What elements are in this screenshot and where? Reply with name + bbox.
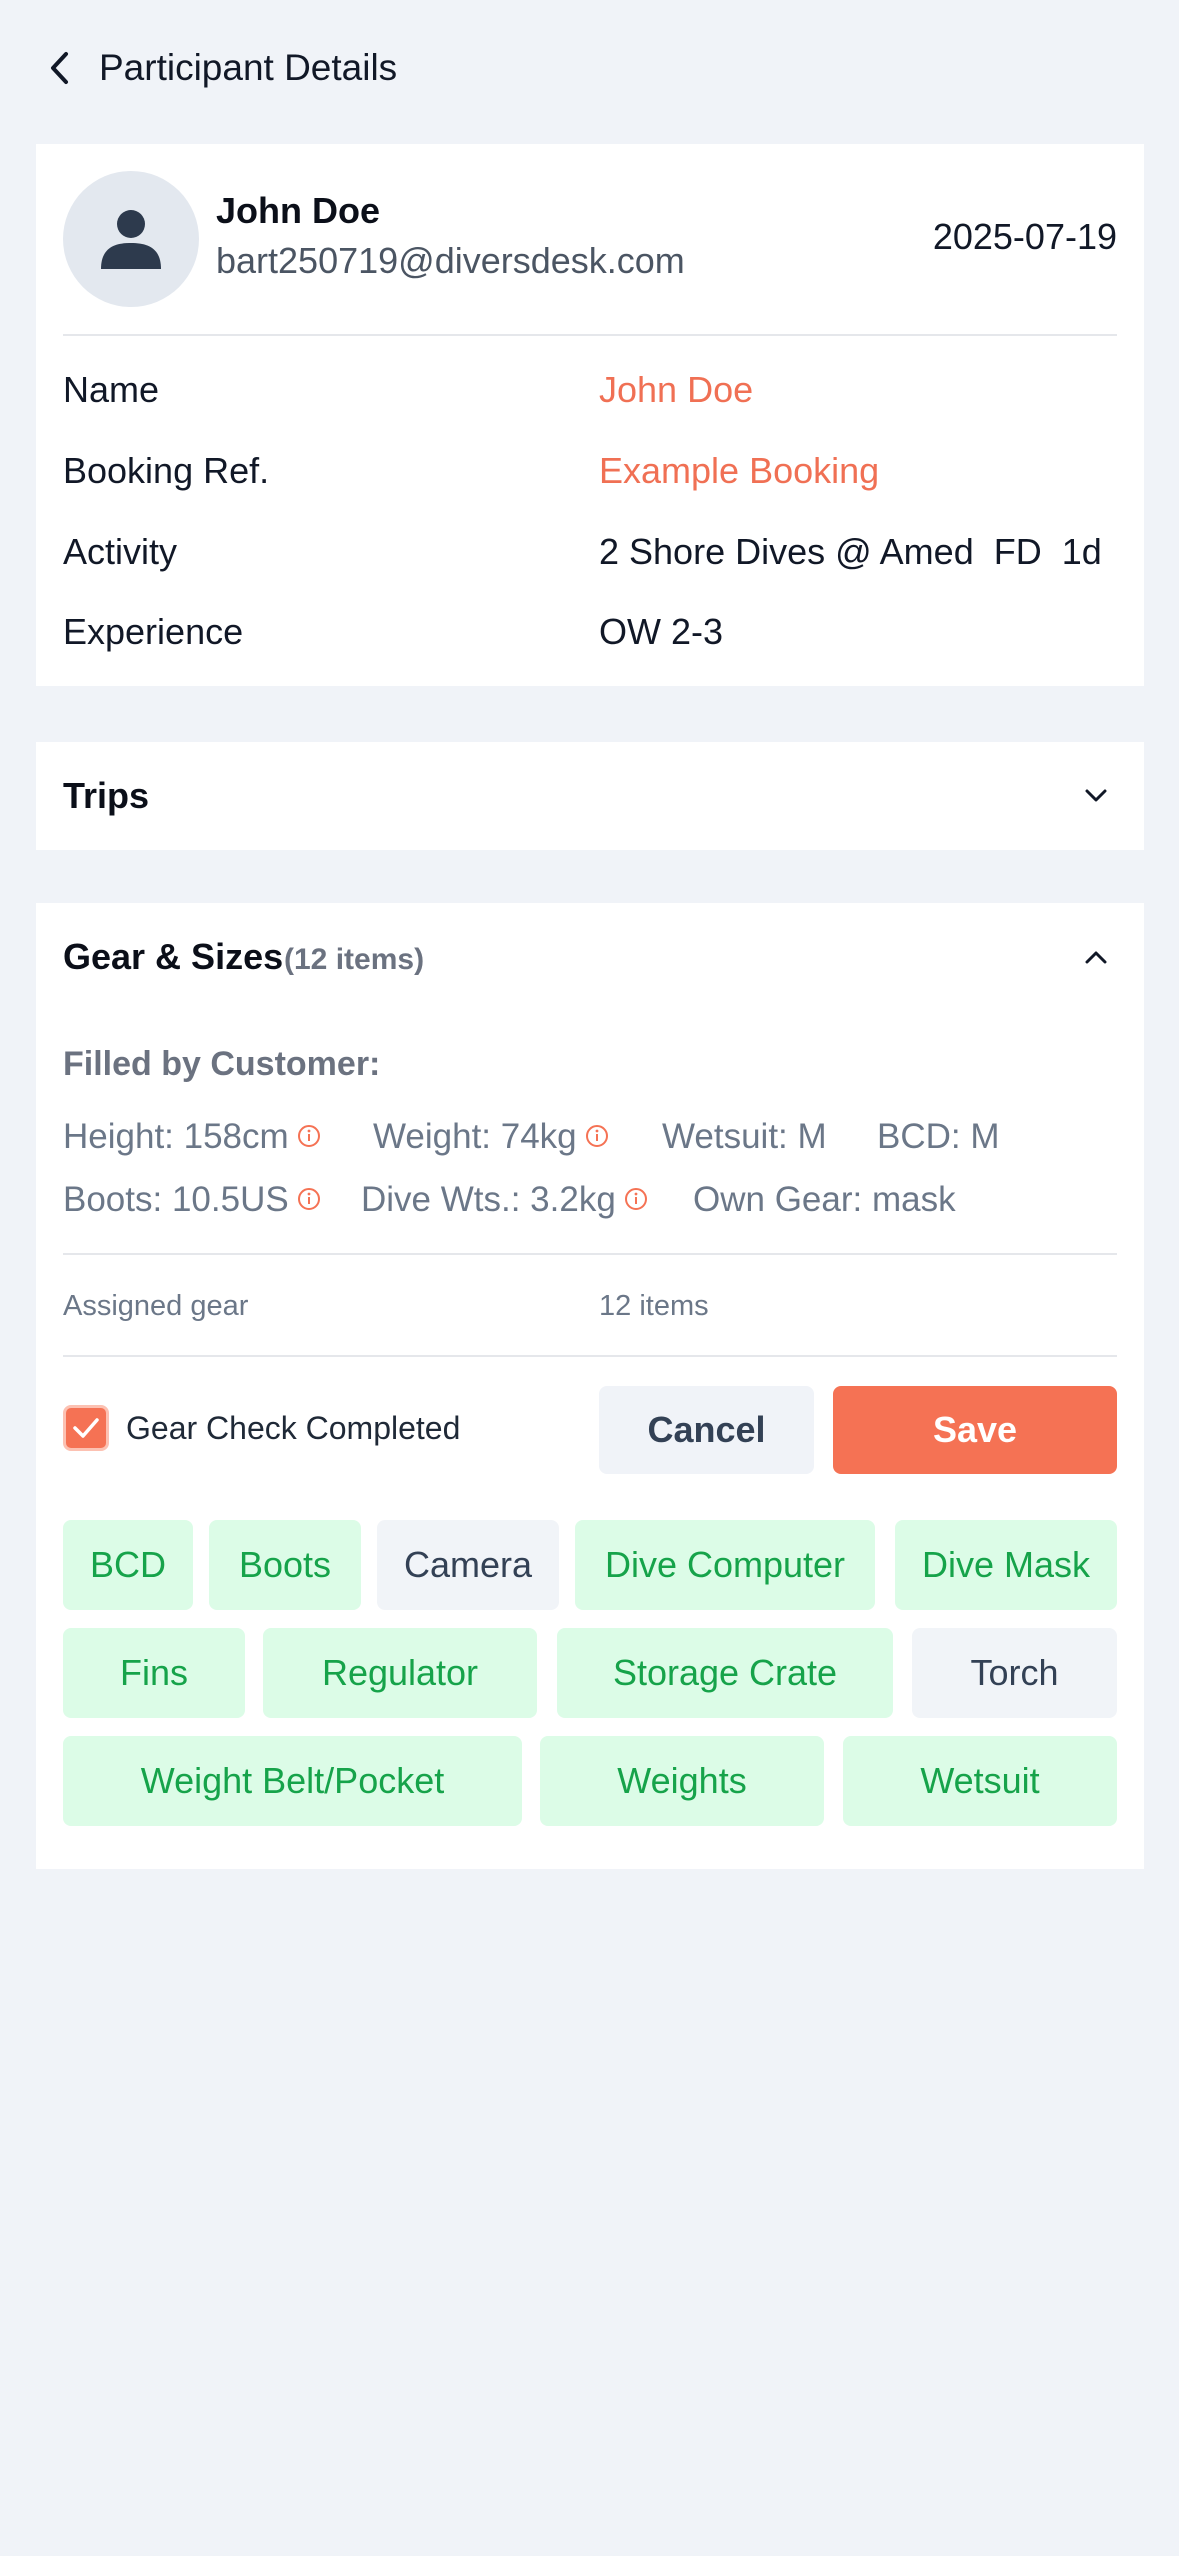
gear-chip-weight-belt-pocket[interactable]: Weight Belt/Pocket	[63, 1736, 522, 1826]
divider	[63, 334, 1117, 336]
experience-value: OW 2-3	[599, 611, 724, 652]
gear-chip-dive-mask[interactable]: Dive Mask	[895, 1520, 1117, 1610]
assigned-gear-count: 12 items	[599, 1290, 709, 1322]
checkmark-icon	[73, 1418, 99, 1438]
gear-chip-regulator[interactable]: Regulator	[263, 1628, 537, 1718]
height-measurement: Height: 158cm	[63, 1115, 321, 1159]
own-gear-measurement: Own Gear: mask	[693, 1180, 956, 1219]
divider	[63, 1355, 1117, 1357]
user-icon	[101, 210, 161, 269]
bcd-measurement: BCD: M	[877, 1117, 1000, 1156]
warning-info-icon[interactable]	[297, 1187, 321, 1211]
gear-chip-bcd[interactable]: BCD	[63, 1520, 193, 1610]
weight-measurement: Weight: 74kg	[373, 1115, 609, 1159]
chevron-down-icon	[1085, 789, 1107, 802]
warning-info-icon[interactable]	[297, 1124, 321, 1148]
gear-section: Gear & Sizes (12 items) Filled by Custom…	[36, 903, 1144, 1869]
warning-info-icon[interactable]	[585, 1124, 609, 1148]
gear-collapse-toggle[interactable]	[1082, 943, 1110, 971]
participant-name: John Doe	[216, 190, 381, 231]
participant-card: John Doe bart250719@diversdesk.com 2025-…	[36, 144, 1144, 686]
gear-check-label[interactable]: Gear Check Completed	[126, 1407, 460, 1449]
gear-chip-weights[interactable]: Weights	[540, 1736, 824, 1826]
warning-info-icon[interactable]	[624, 1187, 648, 1211]
avatar	[63, 171, 199, 307]
gear-chip-dive-computer[interactable]: Dive Computer	[575, 1520, 875, 1610]
gear-count: (12 items)	[284, 943, 425, 976]
height-text: Height: 158cm	[63, 1117, 289, 1156]
chevron-left-icon	[51, 52, 68, 84]
experience-label: Experience	[63, 611, 244, 652]
gear-check-checkbox[interactable]	[63, 1405, 109, 1451]
booking-ref-link[interactable]: Example Booking	[599, 449, 879, 493]
participant-email: bart250719@diversdesk.com	[216, 240, 685, 281]
gear-chip-boots[interactable]: Boots	[209, 1520, 361, 1610]
gear-chip-camera[interactable]: Camera	[377, 1520, 559, 1610]
trips-section[interactable]: Trips	[36, 742, 1144, 850]
gear-title: Gear & Sizes	[63, 936, 284, 977]
activity-value: 2 Shore Dives @ Amed FD 1d	[599, 531, 1102, 572]
gear-chip-storage-crate[interactable]: Storage Crate	[557, 1628, 893, 1718]
gear-chip-wetsuit[interactable]: Wetsuit	[843, 1736, 1117, 1826]
cancel-button[interactable]: Cancel	[599, 1386, 814, 1474]
boots-text: Boots: 10.5US	[63, 1180, 289, 1219]
back-button[interactable]	[40, 44, 80, 92]
name-value-link[interactable]: John Doe	[599, 368, 753, 412]
chevron-up-icon	[1085, 951, 1107, 964]
assigned-gear-label: Assigned gear	[63, 1290, 249, 1322]
divider	[63, 1253, 1117, 1255]
gear-chip-fins[interactable]: Fins	[63, 1628, 245, 1718]
gear-chip-torch[interactable]: Torch	[912, 1628, 1117, 1718]
trips-expand-toggle[interactable]	[1082, 782, 1110, 810]
boots-measurement: Boots: 10.5US	[63, 1178, 321, 1222]
weight-text: Weight: 74kg	[373, 1117, 577, 1156]
name-label: Name	[63, 369, 160, 410]
activity-label: Activity	[63, 531, 178, 572]
filled-by-customer-title: Filled by Customer:	[63, 1045, 381, 1083]
dive-weights-text: Dive Wts.: 3.2kg	[361, 1180, 616, 1219]
dive-weights-measurement: Dive Wts.: 3.2kg	[361, 1178, 648, 1222]
trips-title: Trips	[63, 775, 150, 816]
top-bar: Participant Details	[0, 0, 1179, 140]
save-button[interactable]: Save	[833, 1386, 1117, 1474]
page-title: Participant Details	[99, 47, 398, 88]
booking-ref-label: Booking Ref.	[63, 450, 270, 491]
wetsuit-measurement: Wetsuit: M	[662, 1117, 827, 1156]
participant-date: 2025-07-19	[932, 216, 1117, 257]
